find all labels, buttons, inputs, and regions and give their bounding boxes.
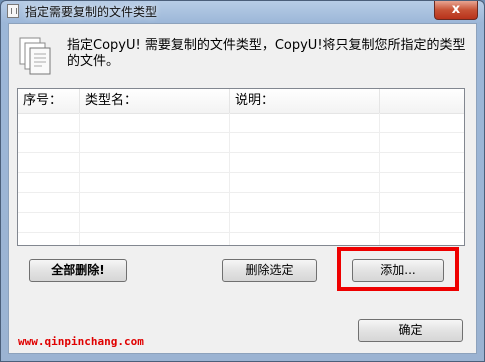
watermark-text: www.qinpinchang.com — [18, 335, 144, 348]
delete-selected-button[interactable]: 删除选定 — [222, 259, 317, 282]
list-row[interactable] — [18, 113, 464, 133]
list-header: 序号： 类型名： 说明： — [18, 89, 464, 114]
column-header-description[interactable]: 说明： — [230, 89, 380, 113]
column-header-index[interactable]: 序号： — [18, 89, 80, 113]
close-button[interactable]: x — [434, 1, 478, 20]
documents-icon — [19, 37, 51, 75]
list-row[interactable] — [18, 193, 464, 213]
ok-button[interactable]: 确定 — [358, 319, 463, 342]
window-title: 指定需要复制的文件类型 — [25, 5, 158, 19]
list-row[interactable] — [18, 153, 464, 173]
app-icon — [7, 4, 19, 18]
title-bar[interactable]: 指定需要复制的文件类型 x — [1, 1, 484, 23]
list-row[interactable] — [18, 213, 464, 233]
list-row[interactable] — [18, 133, 464, 153]
list-row[interactable] — [18, 173, 464, 193]
dialog-client-area: 指定CopyU! 需要复制的文件类型，CopyU!将只复制您所指定的类型的文件。… — [8, 23, 477, 354]
instruction-text: 指定CopyU! 需要复制的文件类型，CopyU!将只复制您所指定的类型的文件。 — [67, 38, 466, 69]
column-header-type-name[interactable]: 类型名： — [80, 89, 230, 113]
delete-all-button[interactable]: 全部删除! — [29, 259, 127, 282]
dialog-window: 指定需要复制的文件类型 x 指定CopyU! 需要复制的文件类型，CopyU!将… — [0, 0, 485, 362]
file-type-list[interactable]: 序号： 类型名： 说明： — [17, 88, 465, 246]
highlight-annotation — [337, 247, 459, 291]
